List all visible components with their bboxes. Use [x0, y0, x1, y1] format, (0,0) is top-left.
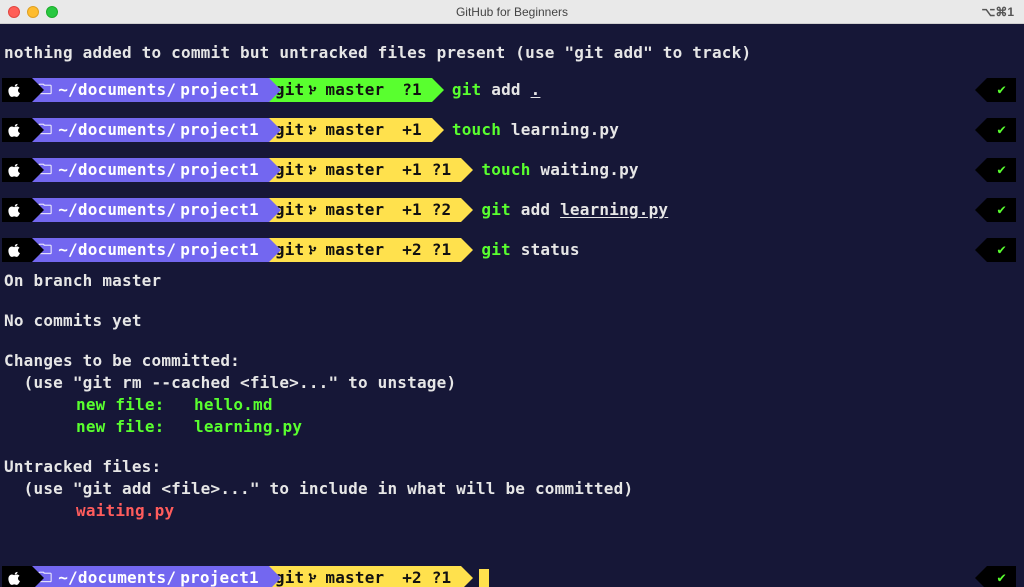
- command-token: touch: [481, 160, 530, 179]
- git-status-segment: gitmaster +1: [269, 118, 432, 142]
- os-segment: [2, 158, 32, 182]
- window-controls: [8, 6, 58, 18]
- command-token: add: [491, 80, 521, 99]
- check-icon: ✔: [997, 199, 1006, 221]
- path-segment: 🗀 ~/documents/project1: [32, 566, 269, 587]
- window-title: GitHub for Beginners: [0, 5, 1024, 19]
- staged-file: new file: learning.py: [4, 416, 1022, 438]
- os-segment: [2, 566, 32, 587]
- git-status-output: On branch master No commits yet Changes …: [2, 270, 1022, 522]
- command-text: git status: [481, 239, 579, 261]
- command-token: add: [521, 200, 551, 219]
- git-status-segment: gitmaster +2 ?1: [269, 238, 462, 262]
- success-indicator: ✔: [975, 566, 1016, 587]
- zoom-window-button[interactable]: [46, 6, 58, 18]
- branch-icon: [308, 163, 321, 177]
- command-token: learning.py: [560, 200, 668, 219]
- path-segment: 🗀~/documents/project1: [32, 118, 269, 142]
- path-segment: 🗀~/documents/project1: [32, 198, 269, 222]
- check-icon: ✔: [997, 119, 1006, 141]
- command-token: git: [481, 200, 511, 219]
- minimize-window-button[interactable]: [27, 6, 39, 18]
- git-status-segment: gitmaster ?1: [269, 78, 432, 102]
- git-status-segment: git master +2 ?1: [269, 566, 462, 587]
- terminal-viewport[interactable]: nothing added to commit but untracked fi…: [0, 24, 1024, 587]
- command-text: git add .: [452, 79, 541, 101]
- check-icon: ✔: [997, 159, 1006, 181]
- close-window-button[interactable]: [8, 6, 20, 18]
- terminal-cursor: [479, 569, 489, 587]
- command-token: waiting.py: [540, 160, 638, 179]
- command-token: .: [531, 80, 541, 99]
- path-segment: 🗀~/documents/project1: [32, 78, 269, 102]
- path-segment: 🗀~/documents/project1: [32, 238, 269, 262]
- success-indicator: ✔: [975, 118, 1016, 142]
- command-token: touch: [452, 120, 501, 139]
- apple-icon: [8, 163, 22, 177]
- output-line: nothing added to commit but untracked fi…: [2, 42, 1022, 64]
- path-segment: 🗀~/documents/project1: [32, 158, 269, 182]
- git-status-segment: gitmaster +1 ?1: [269, 158, 462, 182]
- window-shortcut-hint: ⌥⌘1: [981, 5, 1014, 19]
- history-line: 🗀~/documents/project1 gitmaster +1 touch…: [2, 110, 1022, 150]
- git-status-segment: gitmaster +1 ?2: [269, 198, 462, 222]
- branch-icon: [308, 83, 321, 97]
- os-segment: [2, 78, 32, 102]
- command-text: touch waiting.py: [481, 159, 638, 181]
- history-line: 🗀~/documents/project1 gitmaster +1 ?2 gi…: [2, 190, 1022, 230]
- apple-icon: [8, 243, 22, 257]
- apple-icon: [8, 123, 22, 137]
- command-text: touch learning.py: [452, 119, 619, 141]
- branch-icon: [308, 571, 321, 585]
- command-token: git: [452, 80, 482, 99]
- apple-icon: [8, 203, 22, 217]
- apple-icon: [8, 83, 22, 97]
- command-text: git add learning.py: [481, 199, 668, 221]
- success-indicator: ✔: [975, 238, 1016, 262]
- history-line: 🗀~/documents/project1 gitmaster +2 ?1 gi…: [2, 230, 1022, 270]
- history-line: 🗀~/documents/project1 gitmaster ?1 git a…: [2, 70, 1022, 110]
- branch-icon: [308, 123, 321, 137]
- untracked-file: waiting.py: [4, 500, 1022, 522]
- os-segment: [2, 238, 32, 262]
- command-token: learning.py: [511, 120, 619, 139]
- command-token: git: [481, 240, 511, 259]
- window-titlebar: GitHub for Beginners ⌥⌘1: [0, 0, 1024, 24]
- success-indicator: ✔: [975, 198, 1016, 222]
- check-icon: ✔: [997, 79, 1006, 101]
- prompt-current[interactable]: 🗀 ~/documents/project1 git master +2 ?1 …: [2, 558, 1022, 587]
- success-indicator: ✔: [975, 78, 1016, 102]
- branch-icon: [308, 243, 321, 257]
- os-segment: [2, 118, 32, 142]
- branch-icon: [308, 203, 321, 217]
- apple-icon: [8, 571, 22, 585]
- staged-file: new file: hello.md: [4, 394, 1022, 416]
- command-token: status: [521, 240, 580, 259]
- check-icon: ✔: [997, 567, 1006, 587]
- os-segment: [2, 198, 32, 222]
- success-indicator: ✔: [975, 158, 1016, 182]
- check-icon: ✔: [997, 239, 1006, 261]
- history-line: 🗀~/documents/project1 gitmaster +1 ?1 to…: [2, 150, 1022, 190]
